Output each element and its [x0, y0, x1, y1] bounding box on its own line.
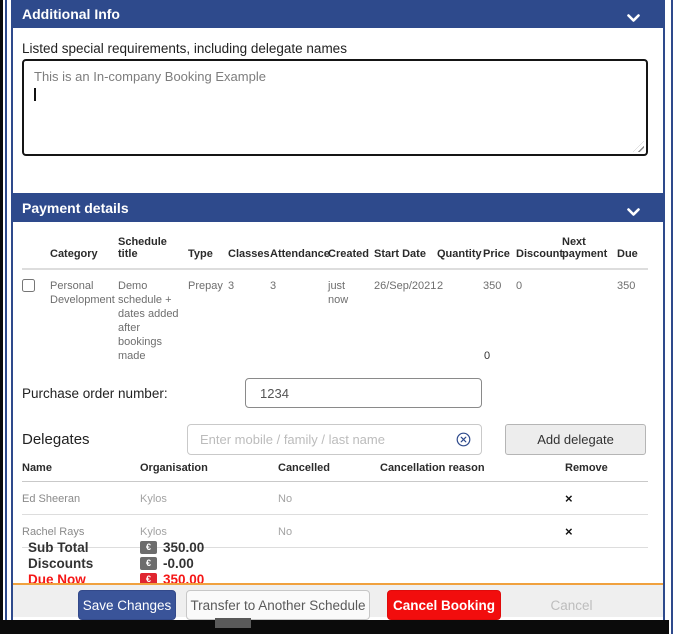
cell-category: Personal Development — [50, 269, 118, 365]
additional-info-title: Additional Info — [22, 6, 120, 22]
column-header: Discount — [516, 234, 562, 269]
resize-handle[interactable] — [633, 141, 644, 152]
add-delegate-button[interactable]: Add delegate — [505, 424, 646, 455]
booking-dialog-page: Additional Info Listed special requireme… — [0, 0, 681, 634]
column-header: Created — [328, 234, 374, 269]
cell-schedule-title: Demo schedule + dates added after bookin… — [118, 269, 188, 365]
delegate-search-field — [187, 424, 482, 455]
horizontal-scrollbar-thumb[interactable] — [215, 618, 251, 628]
totals-block: Sub Total € 350.00 Discounts € -0.00 Due… — [28, 539, 204, 587]
discounts-label: Discounts — [28, 556, 140, 571]
discounts-value: -0.00 — [163, 556, 194, 571]
column-header: Cancelled — [278, 456, 380, 482]
column-header: Organisation — [140, 456, 278, 482]
euro-badge-icon: € — [140, 557, 157, 570]
clear-search-icon[interactable] — [456, 432, 471, 447]
discounts-row: Discounts € -0.00 — [28, 555, 204, 571]
purchase-order-input[interactable] — [245, 378, 482, 408]
discount-total-value: 0 — [484, 350, 490, 362]
textarea-line1: This is an In-company Booking Example — [34, 68, 636, 85]
column-header: Cancellation reason — [380, 456, 565, 482]
cell-due: 350 — [617, 269, 648, 365]
payment-table-header-row: Category Schedule title Type Classes Att… — [22, 234, 648, 269]
column-header: Attendance — [270, 234, 328, 269]
chevron-down-icon[interactable] — [627, 10, 640, 28]
column-header: Remove — [565, 456, 648, 482]
cell-type: Prepay — [188, 269, 228, 365]
column-header: Category — [50, 234, 118, 269]
special-requirements-label: Listed special requirements, including d… — [22, 41, 347, 56]
column-header: Type — [188, 234, 228, 269]
delegate-cancelled: No — [278, 515, 380, 548]
page-border-right — [671, 0, 673, 634]
column-header: Price — [483, 234, 516, 269]
purchase-order-label: Purchase order number: — [22, 386, 168, 401]
delegates-table: Name Organisation Cancelled Cancellation… — [22, 456, 648, 548]
column-header: Schedule title — [118, 234, 188, 269]
delegate-cancellation-reason — [380, 482, 565, 515]
delegates-label: Delegates — [22, 431, 90, 448]
remove-delegate-icon[interactable]: × — [565, 515, 648, 548]
delegate-cancelled: No — [278, 482, 380, 515]
cell-start-date: 26/Sep/2021 — [374, 269, 437, 365]
column-header: Quantity — [437, 234, 483, 269]
delegate-name: Ed Sheeran — [22, 482, 140, 515]
special-requirements-textarea[interactable]: This is an In-company Booking Example — [22, 59, 648, 156]
cell-created: just now — [328, 269, 374, 365]
column-header: Name — [22, 456, 140, 482]
bottom-bar — [0, 620, 669, 634]
delegate-search-input[interactable] — [200, 432, 456, 447]
transfer-schedule-button[interactable]: Transfer to Another Schedule — [186, 590, 370, 620]
payment-details-header[interactable]: Payment details — [13, 193, 663, 222]
booking-modal: Additional Info Listed special requireme… — [13, 0, 663, 620]
cell-quantity: 2 — [437, 269, 483, 365]
additional-info-header[interactable]: Additional Info — [13, 0, 663, 28]
delegate-organisation: Kylos — [140, 482, 278, 515]
column-header: Next payment — [562, 234, 617, 269]
cancel-booking-button[interactable]: Cancel Booking — [387, 590, 501, 620]
chevron-down-icon[interactable] — [627, 204, 640, 222]
cell-classes: 3 — [228, 269, 270, 365]
cancel-button: Cancel — [518, 590, 625, 620]
cell-next-payment — [562, 269, 617, 365]
page-border-left — [5, 0, 7, 634]
select-column-header — [22, 234, 50, 269]
cell-attendance: 3 — [270, 269, 328, 365]
delegate-cancellation-reason — [380, 515, 565, 548]
remove-delegate-icon[interactable]: × — [565, 482, 648, 515]
payment-table-row: Personal Development Demo schedule + dat… — [22, 269, 648, 365]
modal-border-right — [663, 0, 665, 620]
column-header: Due — [617, 234, 648, 269]
cell-discount: 0 — [516, 269, 562, 365]
sub-total-value: 350.00 — [163, 540, 204, 555]
column-header: Classes — [228, 234, 270, 269]
euro-badge-icon: € — [140, 541, 157, 554]
payment-details-title: Payment details — [22, 200, 129, 216]
sub-total-row: Sub Total € 350.00 — [28, 539, 204, 555]
delegate-row: Ed Sheeran Kylos No × — [22, 482, 648, 515]
payment-table: Category Schedule title Type Classes Att… — [22, 234, 648, 365]
text-caret — [34, 88, 36, 101]
delegates-table-header-row: Name Organisation Cancelled Cancellation… — [22, 456, 648, 482]
column-header: Start Date — [374, 234, 437, 269]
sub-total-label: Sub Total — [28, 540, 140, 555]
row-select-checkbox[interactable] — [22, 279, 35, 292]
save-changes-button[interactable]: Save Changes — [78, 590, 176, 620]
page-left-edge — [0, 0, 3, 634]
textarea-line2 — [34, 85, 636, 102]
